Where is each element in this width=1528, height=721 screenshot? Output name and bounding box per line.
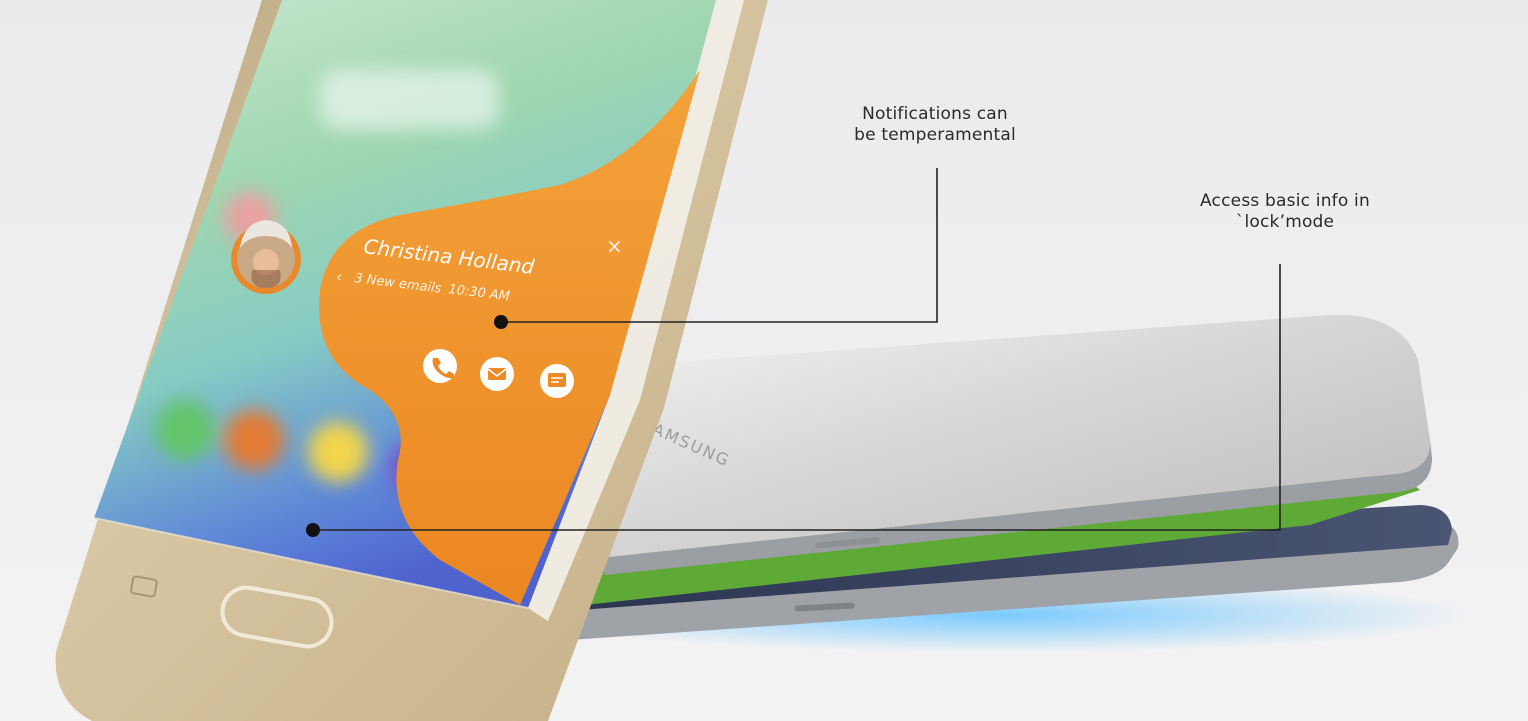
lock-mode-callout-line2: `lock’mode <box>1235 212 1335 232</box>
phone-call-button[interactable] <box>423 349 457 383</box>
lock-mode-callout-line1: Access basic info in <box>1200 191 1370 211</box>
app-icon-orange <box>224 410 284 470</box>
notifications-marker <box>494 315 508 329</box>
email-button[interactable] <box>480 357 514 391</box>
notifications-callout-line1: Notifications can <box>862 104 1008 124</box>
blurred-widget <box>320 70 500 130</box>
app-icon-green <box>155 400 215 460</box>
lock-mode-marker <box>306 523 320 537</box>
notifications-callout-line2: be temperamental <box>854 125 1016 145</box>
notifications-callout: Notifications can be temperamental <box>800 104 1070 146</box>
app-icon-yellow <box>308 422 368 482</box>
lock-mode-callout: Access basic info in `lock’mode <box>1140 191 1430 233</box>
product-scene: SAMSUNG Christina Holland 3 New emails 1… <box>0 0 1528 721</box>
message-button[interactable] <box>540 364 574 398</box>
back-chevron-icon[interactable]: ‹ <box>336 267 342 286</box>
close-icon[interactable]: × <box>606 234 623 258</box>
